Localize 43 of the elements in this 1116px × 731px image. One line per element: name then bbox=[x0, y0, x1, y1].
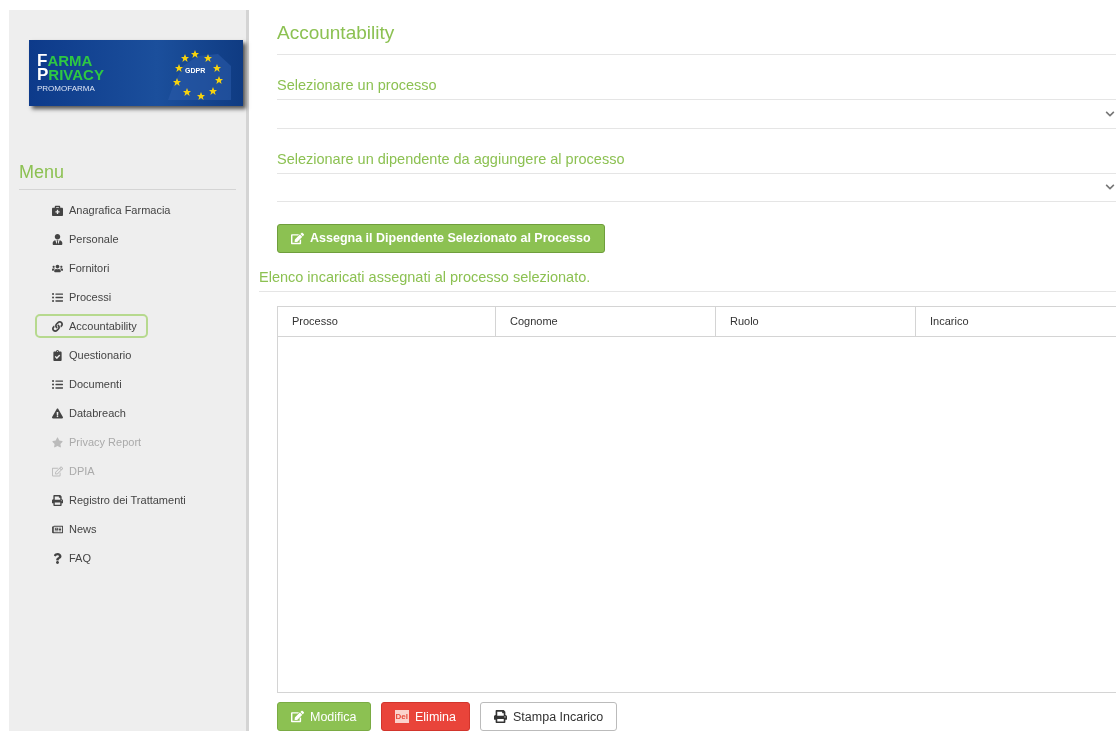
menu-item[interactable]: Processi bbox=[35, 285, 123, 309]
edit-icon bbox=[291, 231, 304, 245]
menu-item[interactable]: Registro dei Trattamenti bbox=[35, 488, 197, 512]
menu-item[interactable]: Documenti bbox=[35, 372, 133, 396]
menu-item[interactable]: Fornitori bbox=[35, 256, 121, 280]
page-title: Accountability bbox=[277, 10, 1116, 55]
edit-icon bbox=[51, 465, 63, 477]
menu-item[interactable]: Personale bbox=[35, 227, 130, 251]
print-button[interactable]: Stampa Incarico bbox=[480, 702, 618, 731]
menu-title: Menu bbox=[19, 162, 236, 190]
list-icon bbox=[51, 378, 63, 390]
chevron-icon bbox=[1105, 108, 1115, 119]
menu-item[interactable]: Questionario bbox=[35, 343, 143, 367]
edit-icon bbox=[291, 710, 304, 723]
warning-icon bbox=[51, 407, 63, 419]
question-icon bbox=[51, 552, 63, 564]
people-icon bbox=[51, 262, 63, 274]
menu-item[interactable]: FAQ bbox=[35, 546, 102, 570]
delete-button[interactable]: Del Elimina bbox=[380, 702, 470, 731]
logo-text: FARMA bbox=[37, 53, 94, 68]
printer-icon bbox=[51, 494, 63, 506]
column-header: Cognome bbox=[496, 306, 716, 336]
column-header: Processo bbox=[278, 306, 496, 336]
menu-item[interactable]: Accountability bbox=[35, 314, 148, 338]
section-title: Elenco incaricati assegnati al processo selezionato. bbox=[259, 268, 1116, 292]
select-label: Selezionare un processo bbox=[277, 55, 1116, 100]
brand-text: PROMOFARMA bbox=[37, 83, 96, 93]
person-icon bbox=[51, 233, 63, 245]
column-header: Incarico bbox=[916, 306, 1116, 336]
delete-icon: Del bbox=[394, 710, 409, 723]
briefcase-icon bbox=[51, 204, 63, 216]
link-icon bbox=[51, 320, 63, 332]
select-label: Selezionare un dipendente da aggiungere al processo bbox=[277, 128, 1116, 174]
star-icon bbox=[51, 436, 63, 448]
printer-icon bbox=[494, 710, 507, 723]
menu-item[interactable]: Anagrafica Farmacia bbox=[35, 198, 182, 222]
menu-item[interactable]: News bbox=[35, 517, 108, 541]
list-icon bbox=[51, 291, 63, 303]
logo-text: PRIVACY bbox=[37, 67, 104, 82]
newspaper-icon bbox=[51, 523, 63, 535]
column-header: Ruolo bbox=[716, 306, 916, 336]
menu-item[interactable]: Databreach bbox=[35, 401, 137, 425]
clipboard-icon bbox=[51, 349, 63, 361]
